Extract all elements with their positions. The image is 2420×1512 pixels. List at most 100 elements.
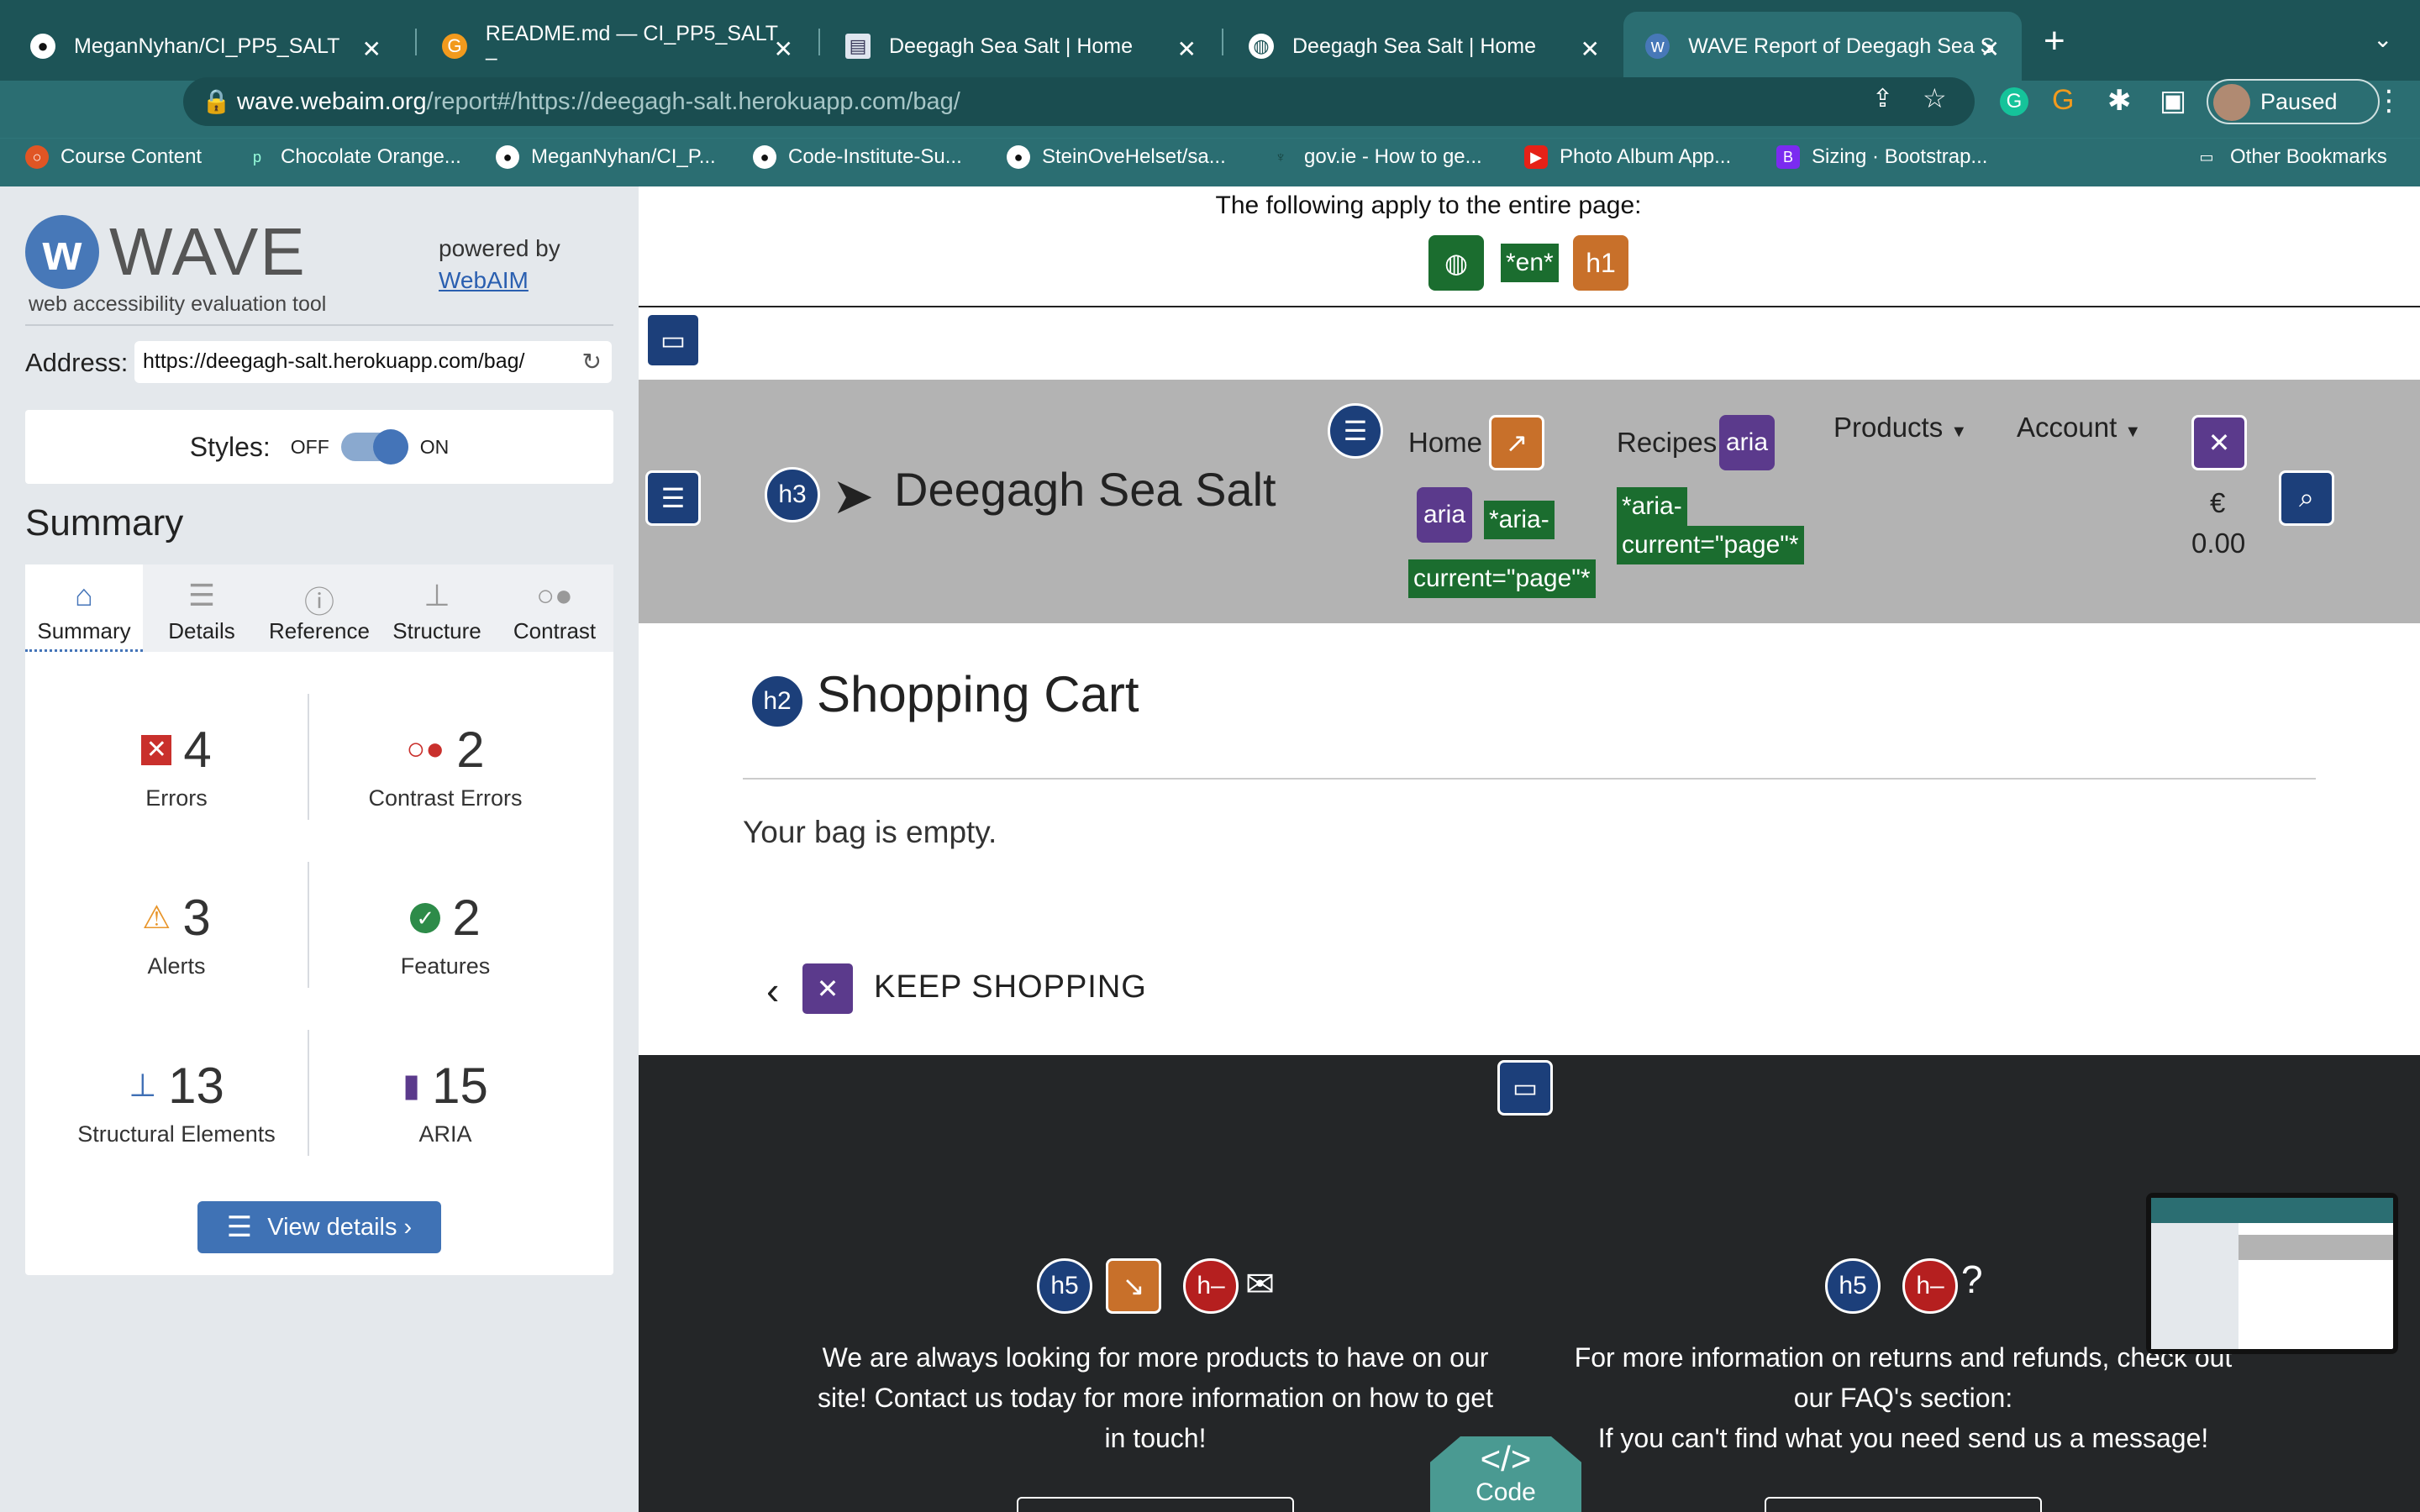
aria-stat[interactable]: ▮ 15 ARIA: [319, 1057, 571, 1147]
browser-tab[interactable]: ◍ Deegagh Sea Salt | Home ✕: [1227, 12, 1622, 81]
bookmark-item[interactable]: ● Code-Institute-Su...: [753, 145, 962, 169]
aria-error-icon[interactable]: ✕: [2191, 415, 2247, 470]
divider: [25, 324, 613, 326]
bookmark-item[interactable]: ▶ Photo Album App...: [1524, 145, 1731, 169]
bookmark-item[interactable]: ● SteinOveHelset/sa...: [1007, 145, 1226, 169]
tab-summary[interactable]: ⌂ Summary: [25, 564, 143, 652]
h5-structure-icon[interactable]: h5: [1037, 1258, 1092, 1314]
sidebar-icon[interactable]: ▣: [2160, 84, 2186, 118]
bookmark-item[interactable]: B Sizing · Bootstrap...: [1776, 145, 1987, 169]
screenshot-thumbnail[interactable]: [2146, 1193, 2398, 1354]
refresh-icon[interactable]: ↻: [582, 348, 602, 375]
h1-alert-icon[interactable]: h1: [1573, 235, 1628, 291]
bookmark-item[interactable]: ● MeganNyhan/CI_P...: [496, 145, 716, 169]
webaim-link[interactable]: WebAIM: [439, 267, 529, 294]
harp-icon: ♆: [1275, 148, 1286, 165]
nav-recipes[interactable]: Recipes: [1617, 427, 1717, 459]
envelope-icon: ✉: [1245, 1264, 1276, 1304]
redundant-link-alert-icon[interactable]: ↗: [1489, 415, 1544, 470]
nav-products[interactable]: Products ▼: [1833, 412, 1967, 444]
browser-tab[interactable]: ▤ Deegagh Sea Salt | Home ✕: [823, 12, 1218, 81]
footer-faq-text: For more information on returns and refu…: [1574, 1342, 2233, 1453]
empty-heading-error-icon[interactable]: h–: [1183, 1258, 1239, 1314]
structure-icon: ⊥: [129, 1068, 157, 1104]
youtube-icon: ▶: [1524, 145, 1548, 169]
list-icon[interactable]: ☰: [1328, 403, 1383, 459]
structure-icon: ⊥: [424, 578, 450, 612]
tab-details[interactable]: ☰ Details: [143, 564, 260, 652]
browser-tab-bar: ● MeganNyhan/CI_PP5_SALT ✕ G README.md —…: [0, 0, 2420, 81]
check-icon: ✓: [410, 902, 441, 933]
browser-tab[interactable]: G README.md — CI_PP5_SALT – ✕: [420, 12, 815, 81]
home-icon: ⌂: [75, 578, 93, 612]
address-bar[interactable]: 🔒 wave.webaim.org/report#/https://deegag…: [183, 77, 1975, 126]
code-badge[interactable]: </> Code: [1430, 1436, 1581, 1512]
close-icon[interactable]: ✕: [1981, 35, 2000, 63]
language-globe-icon[interactable]: ◍: [1428, 235, 1484, 291]
tab-structure[interactable]: ⊥ Structure: [378, 564, 496, 652]
new-tab-icon[interactable]: +: [2044, 20, 2065, 62]
browser-tab-active[interactable]: w WAVE Report of Deegagh Sea S ✕: [1623, 12, 2022, 81]
close-icon[interactable]: ✕: [362, 35, 381, 63]
h5-structure-icon[interactable]: h5: [1825, 1258, 1881, 1314]
aria-error-icon[interactable]: ✕: [800, 961, 855, 1016]
tab-contrast[interactable]: ○● Contrast: [496, 564, 613, 652]
close-icon[interactable]: ✕: [774, 35, 793, 63]
menu-kebab-icon[interactable]: ⋮: [2375, 84, 2403, 118]
aria-current-label: current="page"*: [1408, 559, 1596, 598]
footer-contact-button[interactable]: [1017, 1497, 1294, 1512]
nav-account[interactable]: Account ▼: [2017, 412, 2141, 444]
share-icon[interactable]: ⇪: [1872, 84, 1893, 113]
tab-title: WAVE Report of Deegagh Sea S: [1688, 34, 1995, 58]
tab-title: MeganNyhan/CI_PP5_SALT: [74, 34, 340, 58]
styles-toggle-box: Styles: OFF ON: [25, 410, 613, 484]
footer-contact-text: We are always looking for more products …: [818, 1342, 1493, 1453]
alerts-stat[interactable]: ⚠ 3 Alerts: [50, 889, 302, 979]
nav-home[interactable]: Home: [1408, 427, 1482, 459]
star-icon[interactable]: ☆: [1923, 82, 1947, 114]
chevron-left-icon[interactable]: ‹: [766, 968, 779, 1013]
bookmark-favicon-icon: ○: [25, 145, 49, 169]
bookmark-item[interactable]: ○ Course Content: [25, 145, 202, 169]
contrast-icon: ○●: [536, 578, 573, 612]
header-region-icon[interactable]: ▭: [645, 312, 701, 368]
empty-heading-error-icon[interactable]: h–: [1902, 1258, 1958, 1314]
tab-title: README.md — CI_PP5_SALT –: [485, 22, 778, 70]
search-icon[interactable]: ⌕: [2279, 470, 2334, 526]
cart-total[interactable]: 0.00: [2191, 528, 2245, 559]
features-stat[interactable]: ✓ 2 Features: [319, 889, 571, 979]
extensions-puzzle-icon[interactable]: ✱: [2107, 84, 2132, 118]
contrast-errors-stat[interactable]: ○● 2 Contrast Errors: [319, 721, 571, 811]
heading-alert-icon[interactable]: ↘: [1106, 1258, 1161, 1314]
aria-icon[interactable]: aria: [1719, 415, 1775, 470]
keep-shopping-link[interactable]: KEEP SHOPPING: [874, 969, 1147, 1005]
wave-tabs: ⌂ Summary ☰ Details ⓘ Reference ⊥ Structure …: [25, 564, 613, 652]
footer-faq-button[interactable]: [1765, 1497, 2042, 1512]
site-brand-link[interactable]: Deegagh Sea Salt: [894, 462, 1276, 517]
chevron-down-icon[interactable]: ⌄: [2373, 25, 2392, 53]
close-icon[interactable]: ✕: [1177, 35, 1197, 63]
address-input[interactable]: https://deegagh-salt.herokuapp.com/bag/ …: [134, 341, 612, 383]
profile-button[interactable]: Paused: [2207, 79, 2380, 124]
info-icon: ⓘ: [303, 585, 334, 619]
styles-toggle[interactable]: [340, 429, 408, 465]
styles-label: Styles:: [189, 431, 271, 462]
footer-region-icon[interactable]: ▭: [1497, 1060, 1553, 1116]
errors-stat[interactable]: ✕ 4 Errors: [50, 721, 302, 811]
grammarly-icon[interactable]: G: [2000, 87, 2028, 116]
aria-icon[interactable]: aria: [1417, 487, 1472, 543]
browser-tab[interactable]: ● MeganNyhan/CI_PP5_SALT ✕: [8, 12, 403, 81]
bookmark-item[interactable]: p Chocolate Orange...: [245, 145, 461, 169]
structural-stat[interactable]: ⊥ 13 Structural Elements: [50, 1057, 302, 1147]
close-icon[interactable]: ✕: [1581, 35, 1600, 63]
caret-down-icon: ▼: [2124, 423, 2142, 441]
gitpod-extension-icon[interactable]: G: [2052, 84, 2074, 117]
other-bookmarks[interactable]: ▭ Other Bookmarks: [2195, 145, 2386, 169]
empty-bag-text: Your bag is empty.: [743, 815, 997, 849]
tab-reference[interactable]: ⓘ Reference: [260, 564, 378, 652]
view-details-button[interactable]: ☰ View details ›: [197, 1201, 441, 1253]
bookmark-item[interactable]: ♆ gov.ie - How to ge...: [1269, 145, 1481, 169]
h2-structure-icon[interactable]: h2: [750, 674, 805, 729]
navigation-region-icon[interactable]: ☰: [645, 470, 701, 526]
h3-structure-icon[interactable]: h3: [765, 467, 820, 522]
